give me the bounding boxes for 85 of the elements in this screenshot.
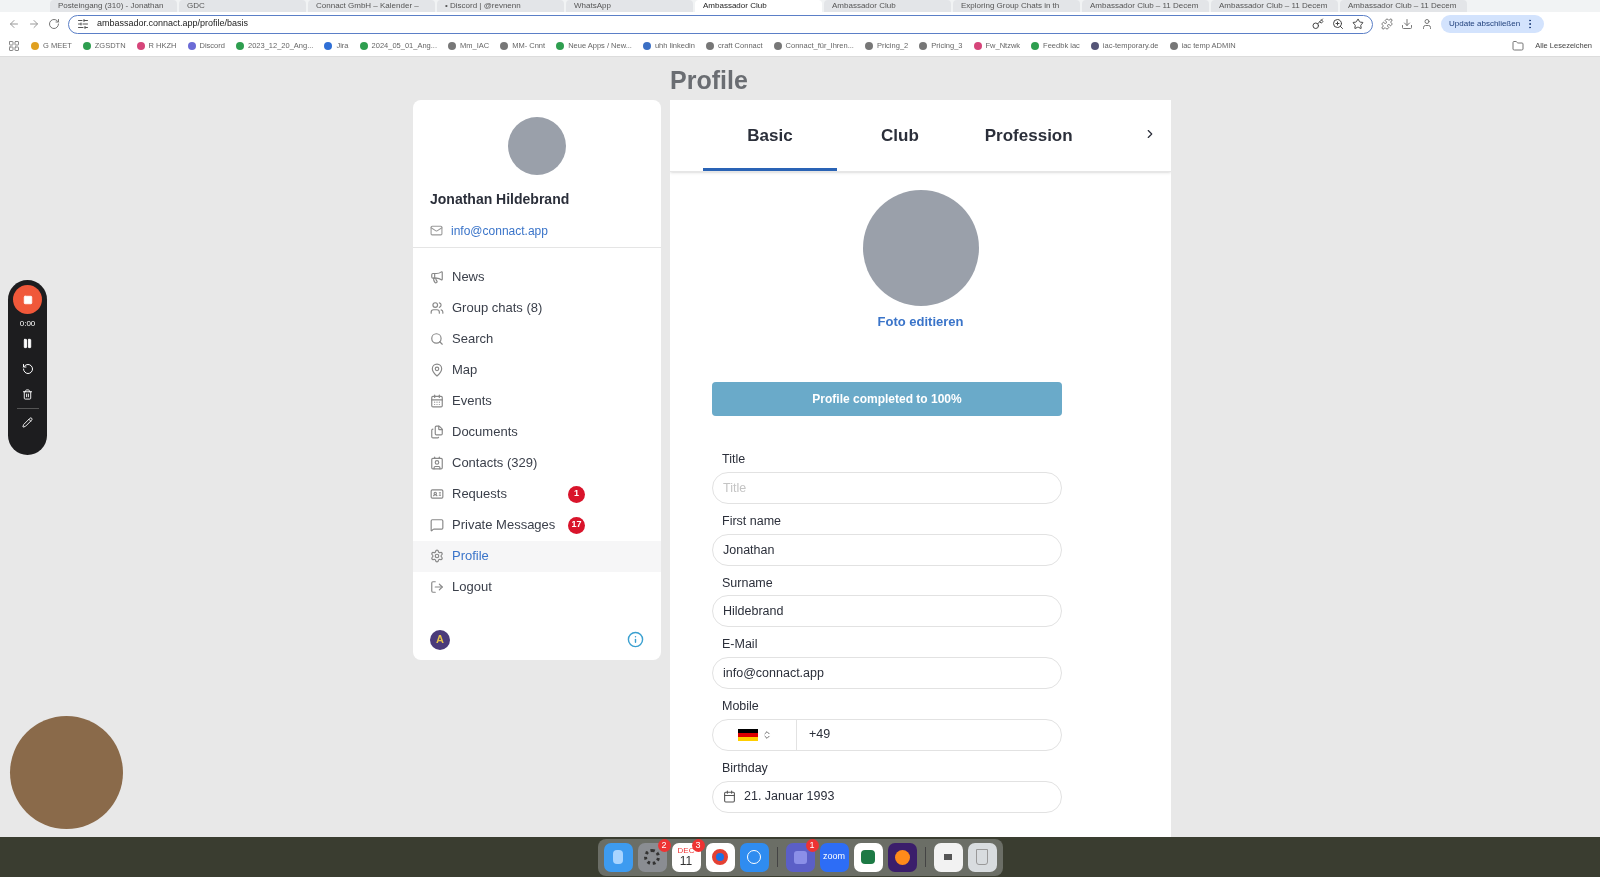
profile-tab[interactable]: Club bbox=[867, 110, 933, 171]
field-label: Surname bbox=[721, 574, 774, 592]
browser-tab[interactable]: Exploring Group Chats in th bbox=[953, 0, 1080, 12]
key-icon[interactable] bbox=[1312, 18, 1324, 30]
browser-tab[interactable]: GDC bbox=[179, 0, 306, 12]
text-field[interactable]: Title bbox=[712, 471, 1062, 504]
notification-badge: 2 bbox=[657, 838, 671, 852]
folder-icon bbox=[1512, 40, 1525, 52]
megaphone-icon bbox=[430, 270, 444, 284]
nav-item[interactable]: News bbox=[413, 261, 661, 293]
browser-tab[interactable]: • Discord | @revnenn bbox=[437, 0, 564, 12]
map-pin-icon bbox=[430, 363, 444, 377]
email-link[interactable]: info@connact.app bbox=[451, 221, 548, 240]
user-name: Jonathan Hildebrand bbox=[430, 189, 571, 209]
trash-app-icon[interactable] bbox=[967, 842, 997, 872]
restart-icon[interactable] bbox=[21, 363, 34, 375]
calendar-icon bbox=[430, 394, 444, 408]
apps-icon[interactable] bbox=[8, 40, 20, 52]
notification-badge: 1 bbox=[805, 838, 819, 852]
select-arrows-icon bbox=[761, 729, 772, 740]
id-card-icon bbox=[430, 487, 444, 501]
browser-tab[interactable]: Ambassador Club bbox=[695, 0, 822, 12]
text-field[interactable]: Hildebrand bbox=[712, 595, 1062, 628]
nav-item[interactable]: Private Messages 17 bbox=[413, 509, 661, 541]
field-label: First name bbox=[721, 512, 783, 530]
field-label: Birthday bbox=[721, 759, 769, 777]
file-app-icon[interactable] bbox=[933, 842, 963, 872]
settings-icon bbox=[430, 549, 444, 563]
profile-tab[interactable]: Basic bbox=[703, 110, 837, 171]
browser-tab[interactable]: WhatsApp bbox=[566, 0, 693, 12]
browser-tab[interactable]: Connact GmbH – Kalender – bbox=[308, 0, 435, 12]
browser-tab[interactable]: Ambassador Club bbox=[824, 0, 951, 12]
nav-item[interactable]: Events bbox=[413, 385, 661, 417]
search-icon bbox=[430, 332, 444, 346]
app-avatar[interactable]: A bbox=[430, 629, 450, 650]
account-icon[interactable] bbox=[1421, 18, 1433, 30]
chat-icon bbox=[430, 518, 444, 532]
progress-label: Profile completed to 100% bbox=[811, 391, 963, 408]
people-icon bbox=[430, 301, 444, 315]
site-settings-icon[interactable] bbox=[77, 18, 89, 30]
nav-item[interactable]: Logout bbox=[413, 571, 661, 603]
browser-tab[interactable]: Ambassador Club – 11 Decem bbox=[1340, 0, 1467, 12]
calendar-icon bbox=[723, 790, 736, 803]
profile-tab[interactable]: Profession bbox=[970, 110, 1087, 171]
mail-icon bbox=[430, 224, 443, 237]
phone-field[interactable]: +49 bbox=[712, 718, 1062, 751]
url-text: ambassador.connact.app/profile/basis bbox=[97, 17, 250, 31]
contact-card-icon bbox=[430, 456, 444, 470]
nav-item[interactable]: Search bbox=[413, 323, 661, 355]
count-badge: 1 bbox=[568, 485, 585, 503]
pencil-icon[interactable] bbox=[22, 417, 33, 428]
nav-item[interactable]: Documents bbox=[413, 416, 661, 448]
nav-item[interactable]: Requests 1 bbox=[413, 478, 661, 510]
pause-icon[interactable] bbox=[22, 338, 33, 349]
zoom-icon[interactable] bbox=[1332, 18, 1344, 30]
reload-icon[interactable] bbox=[48, 18, 60, 30]
browser-tab[interactable]: Posteingang (310) - Jonathan bbox=[50, 0, 177, 12]
trash-icon[interactable] bbox=[22, 389, 33, 400]
text-field[interactable]: Jonathan bbox=[712, 533, 1062, 566]
nav-item[interactable]: Group chats (8) bbox=[413, 292, 661, 324]
logout-icon bbox=[430, 580, 444, 594]
date-field[interactable]: 21. Januar 1993 bbox=[712, 780, 1062, 813]
stop-icon bbox=[22, 294, 33, 305]
update-button[interactable]: Update abschließen bbox=[1441, 15, 1545, 33]
browser-tab[interactable]: Ambassador Club – 11 Decem bbox=[1211, 0, 1338, 12]
flag-icon bbox=[737, 728, 758, 741]
download-icon[interactable] bbox=[1401, 18, 1413, 30]
documents-icon bbox=[430, 425, 444, 439]
zoom-app-icon[interactable]: zoom bbox=[819, 842, 849, 872]
field-label: Mobile bbox=[721, 698, 760, 715]
count-badge: 17 bbox=[568, 516, 585, 534]
bookmark-star-icon[interactable] bbox=[1352, 18, 1364, 30]
nav-item[interactable]: Profile bbox=[413, 540, 661, 572]
edit-photo-link[interactable]: Foto editieren bbox=[877, 311, 964, 331]
nav-item[interactable]: Map bbox=[413, 354, 661, 386]
nav-item[interactable]: Contacts (329) bbox=[413, 447, 661, 479]
field-label: Title bbox=[721, 451, 747, 468]
page-heading: Profile bbox=[670, 65, 749, 96]
info-icon[interactable] bbox=[627, 631, 644, 648]
recording-time: 0:00 bbox=[19, 318, 36, 330]
stop-button[interactable] bbox=[13, 285, 42, 314]
text-field[interactable]: info@connact.app bbox=[712, 657, 1062, 689]
browser-tab[interactable]: Ambassador Club – 11 Decem bbox=[1082, 0, 1209, 12]
extension-icon[interactable] bbox=[1381, 18, 1393, 30]
field-label: E-Mail bbox=[721, 636, 759, 654]
